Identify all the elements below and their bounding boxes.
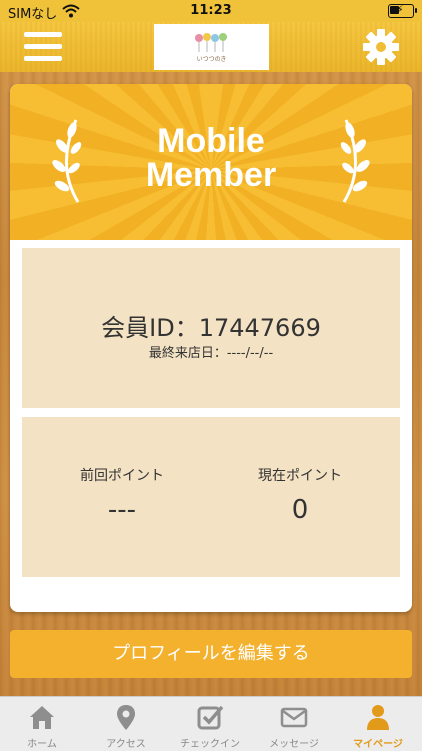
balloons-logo-icon — [195, 33, 227, 52]
home-icon — [30, 706, 54, 729]
tab-message[interactable]: メッセージ — [252, 697, 336, 751]
member-id-panel: 会員ID：17447669 最終来店日：----/--/-- — [22, 248, 400, 408]
tab-home[interactable]: ホーム — [0, 697, 84, 751]
map-pin-icon — [117, 705, 135, 730]
previous-points: 前回ポイント --- — [42, 465, 202, 525]
user-icon — [367, 705, 389, 730]
previous-points-value: --- — [107, 495, 137, 525]
member-banner: Mobile Member — [10, 84, 412, 240]
tab-mypage[interactable]: マイページ — [336, 697, 420, 751]
current-points: 現在ポイント 0 — [220, 465, 380, 525]
previous-points-label: 前回ポイント — [80, 468, 164, 484]
tab-access-label: アクセス — [106, 739, 146, 750]
tab-mypage-label: マイページ — [353, 739, 403, 750]
last-visit-date: 最終来店日：----/--/-- — [148, 346, 274, 361]
tab-checkin-label: チェックイン — [180, 739, 240, 750]
top-navbar: いつつのき — [0, 22, 422, 72]
tab-checkin[interactable]: チェックイン — [168, 697, 252, 751]
shop-logo: いつつのき — [154, 24, 269, 70]
points-panel: 前回ポイント --- 現在ポイント 0 — [22, 417, 400, 577]
battery-icon: ⚡ — [388, 3, 417, 18]
tab-access[interactable]: アクセス — [84, 697, 168, 751]
laurel-right-icon — [340, 119, 370, 203]
hamburger-menu-icon[interactable] — [24, 32, 62, 62]
clock: 11:23 — [190, 3, 232, 18]
tab-message-label: メッセージ — [269, 739, 319, 750]
tab-home-label: ホーム — [27, 739, 57, 750]
current-points-value: 0 — [291, 495, 309, 525]
member-card: Mobile Member 会員ID：17447669 最終来店日：----/-… — [10, 84, 412, 612]
logo-text: いつつのき — [196, 56, 227, 63]
checkin-icon — [197, 705, 224, 730]
status-bar: SIMなし 11:23 ⚡ — [0, 0, 422, 22]
member-id: 会員ID：17447669 — [101, 314, 321, 342]
bottom-tab-bar: ホーム アクセス チェックイン メッセージ マイページ — [0, 696, 422, 751]
edit-profile-button[interactable]: プロフィールを編集する — [10, 630, 412, 678]
gear-icon[interactable] — [362, 28, 400, 66]
current-points-label: 現在ポイント — [258, 468, 342, 484]
mail-icon — [280, 707, 308, 728]
